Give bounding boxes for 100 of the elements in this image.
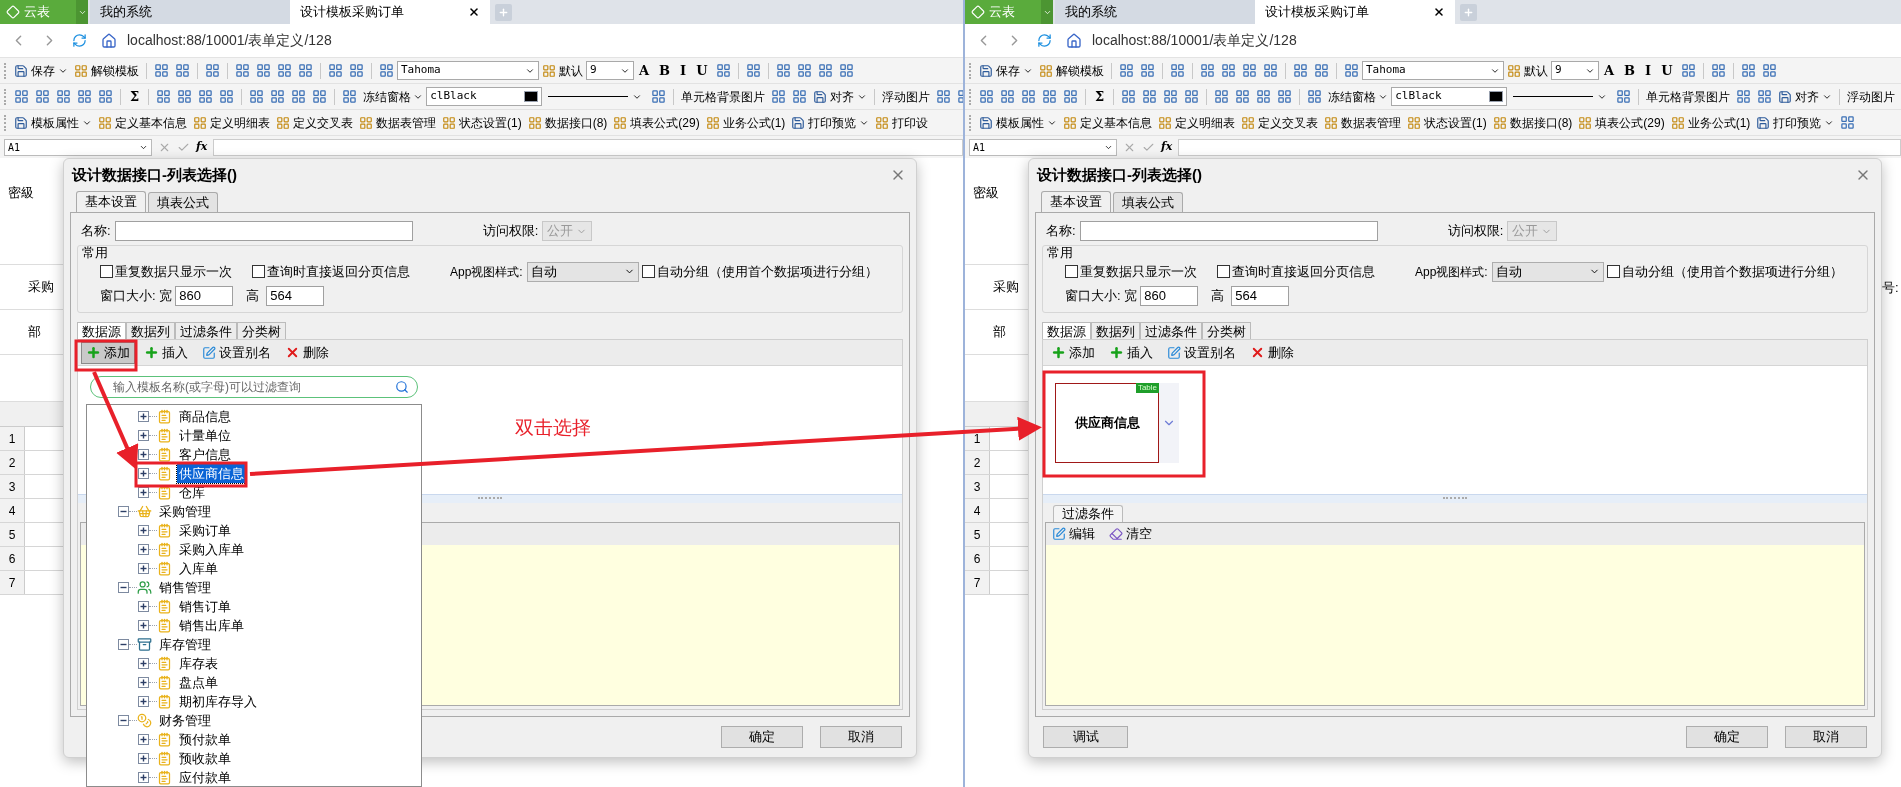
menu-button[interactable]: 冻结窗格 [1325, 87, 1392, 106]
grid-icon[interactable] [936, 89, 952, 104]
grid-icon[interactable] [1840, 115, 1856, 130]
tab[interactable]: 填表公式 [148, 192, 218, 212]
format-button[interactable]: B [654, 60, 676, 81]
grid-icon[interactable] [35, 89, 50, 104]
function-button[interactable]: fx [1161, 138, 1173, 156]
checkbox[interactable] [1606, 265, 1620, 278]
grid-icon[interactable] [328, 63, 343, 78]
grid-icon[interactable] [235, 63, 250, 78]
collapse-icon[interactable] [118, 506, 129, 517]
toolbar-button[interactable]: 打印预览 [1753, 113, 1838, 132]
grid-icon[interactable] [175, 63, 190, 78]
grid-icon[interactable] [1680, 63, 1696, 78]
collapse-icon[interactable] [118, 582, 129, 593]
format-button[interactable]: A [1599, 60, 1620, 81]
tree-item[interactable]: 财务管理 [157, 710, 213, 731]
grid-icon[interactable] [298, 63, 313, 78]
tree-item[interactable]: 销售订单 [177, 596, 233, 617]
expand-icon[interactable] [138, 487, 149, 498]
toolbar-button[interactable]: 定义明细表 [190, 113, 273, 132]
expand-icon[interactable] [138, 772, 149, 783]
tab[interactable]: 过滤条件 [1140, 322, 1202, 339]
tree-item[interactable]: 采购订单 [177, 520, 233, 541]
grid-icon[interactable] [817, 63, 833, 78]
tree-item[interactable]: 库存管理 [157, 634, 213, 655]
toolbar-button[interactable]: 删除 [280, 341, 334, 364]
tree-item[interactable]: 入库单 [177, 558, 220, 579]
toolbar-button[interactable]: 添加 [1046, 341, 1100, 364]
format-button[interactable]: A [634, 60, 655, 81]
tab[interactable]: 基本设置 [1041, 191, 1111, 212]
grid-icon[interactable] [14, 89, 29, 104]
tree-item[interactable]: 采购管理 [157, 501, 213, 522]
tree-item[interactable]: 销售管理 [157, 577, 213, 598]
toolbar-button[interactable]: 清空 [1109, 524, 1152, 544]
grid-icon[interactable] [715, 63, 731, 78]
toolbar-button[interactable]: 数据表管理 [356, 113, 439, 132]
grid-icon[interactable] [775, 63, 791, 78]
browser-tab[interactable]: 设计模板采购订单 [1255, 0, 1455, 24]
grid-icon[interactable] [1736, 89, 1752, 104]
grid-icon[interactable] [979, 89, 994, 104]
grid-icon[interactable] [1344, 63, 1359, 78]
grid-icon[interactable] [156, 89, 172, 104]
grid-icon[interactable] [219, 89, 235, 104]
toolbar-button[interactable]: 单元格背景图片 [678, 87, 769, 106]
name-input[interactable] [114, 221, 413, 241]
browser-tab[interactable]: 我的系统 [90, 0, 290, 24]
grid-icon[interactable] [77, 89, 92, 104]
grid-icon[interactable] [205, 63, 220, 78]
expand-icon[interactable] [138, 525, 149, 536]
tree-item[interactable]: 销售出库单 [177, 615, 246, 636]
refresh-icon[interactable] [1037, 33, 1052, 48]
toolbar-button[interactable]: 定义交叉表 [273, 113, 356, 132]
width-input[interactable]: 860 [175, 285, 234, 306]
select-field[interactable]: 9 [586, 61, 634, 80]
grid-icon[interactable] [1293, 63, 1308, 78]
home-icon[interactable] [101, 32, 117, 49]
tree-item[interactable]: 商品信息 [177, 406, 233, 427]
browser-tab[interactable]: 我的系统 [1055, 0, 1255, 24]
toolbar-button[interactable]: 默认 [1504, 61, 1551, 80]
name-input[interactable] [1079, 221, 1378, 241]
grid-icon[interactable] [1221, 63, 1236, 78]
tree-item[interactable]: 仓库 [177, 482, 207, 503]
grid-icon[interactable] [1200, 63, 1215, 78]
select-field[interactable]: Tahoma [397, 61, 539, 80]
grid-icon[interactable] [277, 63, 292, 78]
tab[interactable]: 填表公式 [1113, 192, 1183, 212]
toolbar-button[interactable]: 添加 [81, 341, 135, 364]
toolbar-button[interactable]: 解锁模板 [71, 61, 142, 80]
grid-icon[interactable] [1710, 63, 1726, 78]
grid-icon[interactable] [1740, 63, 1756, 78]
grid-icon[interactable] [1000, 89, 1015, 104]
toolbar-button[interactable]: 填表公式(29) [610, 113, 703, 132]
tree-item[interactable]: 应付款单 [177, 767, 233, 786]
collapse-icon[interactable] [118, 639, 129, 650]
format-button[interactable]: I [1640, 60, 1657, 81]
grid-icon[interactable] [1121, 89, 1137, 104]
checkbox[interactable] [100, 265, 113, 278]
toolbar-button[interactable]: 对齐 [810, 87, 871, 106]
formula-input[interactable] [213, 138, 963, 156]
tree-item[interactable]: 盘点单 [177, 672, 220, 693]
toolbar-button[interactable]: 填表公式(29) [1575, 113, 1668, 132]
search-icon[interactable] [395, 380, 409, 394]
grid-icon[interactable] [1277, 89, 1293, 104]
grid-icon[interactable] [1042, 89, 1057, 104]
view-select[interactable]: 自动 [1491, 261, 1604, 282]
menu-button[interactable]: 冻结窗格 [360, 87, 427, 106]
grid-icon[interactable] [154, 63, 169, 78]
grid-icon[interactable] [1761, 63, 1777, 78]
expand-icon[interactable] [138, 544, 149, 555]
expand-icon[interactable] [138, 658, 149, 669]
grid-icon[interactable] [651, 89, 667, 104]
tree-item[interactable]: 采购入库单 [177, 539, 246, 560]
format-button[interactable]: B [1619, 60, 1641, 81]
grid-icon[interactable] [1021, 89, 1036, 104]
grid-icon[interactable] [1214, 89, 1230, 104]
expand-icon[interactable] [138, 601, 149, 612]
checkbox[interactable] [1217, 265, 1230, 278]
dialog-button[interactable]: 确定 [721, 726, 803, 748]
grid-icon[interactable] [1235, 89, 1251, 104]
